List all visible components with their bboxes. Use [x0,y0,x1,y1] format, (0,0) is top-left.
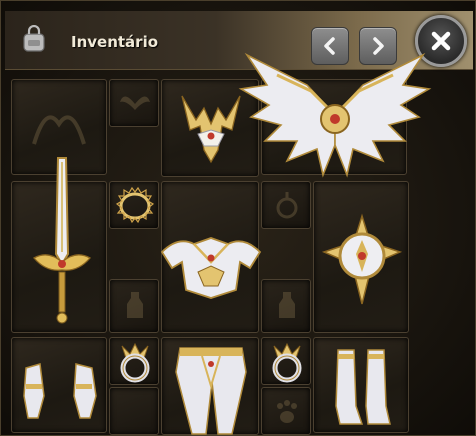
golden-pants-icon [175,347,247,435]
empty-slot-c[interactable] [261,279,311,333]
empty-slot-a[interactable] [109,279,159,333]
potion-placeholder-icon [127,292,143,318]
boots-slot[interactable] [313,337,409,433]
window-title: Inventário [71,33,159,51]
golden-necklace-icon [115,186,155,224]
potion-placeholder-icon [279,292,295,318]
ring-left-slot[interactable] [109,337,159,385]
shield-slot[interactable] [313,181,409,333]
pants-slot[interactable] [161,337,259,435]
wings-mini-slot[interactable] [109,79,159,127]
golden-wings-icon [238,52,432,178]
pet-paw-slot[interactable] [261,387,311,435]
pendant-slot[interactable] [109,181,159,229]
ring-right-slot[interactable] [261,337,311,385]
golden-gloves-icon [23,363,97,419]
golden-shield-icon [321,213,403,305]
backpack-icon [23,25,45,52]
pet-placeholder-icon [32,115,86,145]
golden-sword-icon [32,157,92,324]
golden-ring-icon [272,342,302,383]
paw-placeholder-icon [277,400,297,423]
golden-boots-icon [335,349,391,425]
weapon-slot[interactable] [11,157,107,333]
empty-slot-d[interactable] [109,387,159,435]
golden-armor-icon [160,237,262,299]
inventory-window: Inventário [0,0,476,436]
wings-placeholder-icon [120,96,150,110]
gloves-slot[interactable] [11,337,107,433]
armor-slot[interactable] [160,181,262,333]
golden-ring-icon [120,342,150,383]
